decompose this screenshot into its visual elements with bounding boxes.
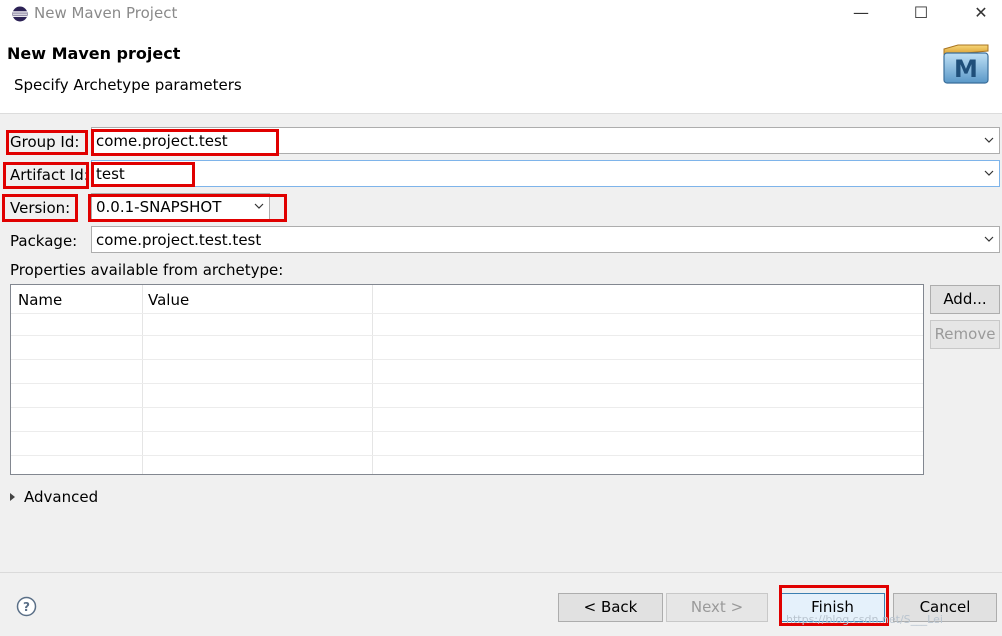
new-maven-project-dialog: New Maven Project — ☐ ✕ New Maven projec… <box>0 0 1002 636</box>
group-id-label: Group Id: <box>10 133 80 151</box>
package-value[interactable]: come.project.test.test <box>96 231 261 249</box>
artifact-id-value[interactable]: test <box>96 165 125 183</box>
table-row-line <box>11 455 923 456</box>
chevron-down-icon[interactable] <box>253 200 265 212</box>
next-button[interactable]: Next > <box>666 593 768 622</box>
help-icon[interactable]: ? <box>16 596 37 617</box>
table-row-line <box>11 359 923 360</box>
triangle-right-icon[interactable] <box>10 493 15 501</box>
table-row-line <box>11 407 923 408</box>
back-button[interactable]: < Back <box>558 593 663 622</box>
watermark-text: https://blog.csdn.net/S___Lei <box>786 613 943 626</box>
table-row-line <box>11 383 923 384</box>
page-subtitle: Specify Archetype parameters <box>14 76 242 94</box>
version-value[interactable]: 0.0.1-SNAPSHOT <box>96 198 221 216</box>
table-row-line <box>11 313 923 314</box>
artifact-id-combo[interactable]: test <box>91 160 1000 187</box>
maven-logo-letter: M <box>954 55 978 83</box>
remove-property-button[interactable]: Remove <box>930 320 1000 349</box>
chevron-down-icon[interactable] <box>983 134 995 146</box>
table-row-line <box>11 335 923 336</box>
artifact-id-label: Artifact Id: <box>10 166 89 184</box>
eclipse-icon <box>12 6 28 22</box>
title-bar: New Maven Project — ☐ ✕ <box>0 0 1002 28</box>
svg-text:?: ? <box>23 600 30 614</box>
group-id-combo[interactable]: come.project.test <box>91 127 1000 154</box>
footer-divider <box>0 572 1002 573</box>
version-label: Version: <box>10 199 71 217</box>
table-row-line <box>11 431 923 432</box>
properties-table[interactable]: Name Value <box>10 284 924 475</box>
window-title: New Maven Project <box>34 4 178 22</box>
maximize-button[interactable]: ☐ <box>898 0 944 28</box>
advanced-section-toggle[interactable]: Advanced <box>10 488 98 506</box>
properties-label: Properties available from archetype: <box>10 261 284 279</box>
add-property-button[interactable]: Add... <box>930 285 1000 314</box>
advanced-label[interactable]: Advanced <box>24 488 98 506</box>
wizard-header: New Maven project Specify Archetype para… <box>0 28 1002 114</box>
maven-logo-icon: M <box>943 44 989 84</box>
package-combo[interactable]: come.project.test.test <box>91 226 1000 253</box>
chevron-down-icon[interactable] <box>983 233 995 245</box>
group-id-value[interactable]: come.project.test <box>96 132 228 150</box>
package-label: Package: <box>10 232 78 250</box>
chevron-down-icon[interactable] <box>983 167 995 179</box>
minimize-button[interactable]: — <box>838 0 884 28</box>
close-button[interactable]: ✕ <box>958 0 1002 28</box>
column-header-name[interactable]: Name <box>11 285 142 313</box>
page-title: New Maven project <box>7 44 181 63</box>
version-combo[interactable]: 0.0.1-SNAPSHOT <box>91 193 270 220</box>
column-header-value[interactable]: Value <box>142 285 372 313</box>
